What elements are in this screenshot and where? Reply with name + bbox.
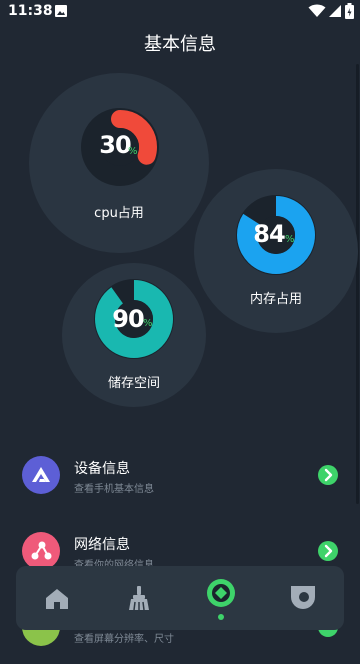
memory-label: 内存占用	[249, 292, 302, 307]
list-item-subtitle: 查看手机基本信息	[74, 484, 154, 495]
page-title: 基本信息	[144, 34, 216, 55]
nav-clean[interactable]	[98, 566, 180, 630]
nav-about[interactable]	[262, 566, 344, 630]
status-bar: 11:38	[0, 0, 360, 24]
chevron-right-icon[interactable]	[318, 465, 338, 485]
triangle-logo-icon	[22, 456, 60, 494]
wifi-icon	[308, 4, 326, 17]
cpu-percent-sign: %	[128, 146, 138, 157]
home-icon	[46, 589, 68, 609]
status-time: 11:38	[8, 3, 53, 19]
list-item-subtitle: 查看屏幕分辨率、尺寸	[74, 634, 174, 645]
device-info-item[interactable]: 设备信息 查看手机基本信息	[0, 456, 360, 512]
nav-home[interactable]	[16, 566, 98, 630]
gallery-notification-icon	[55, 5, 67, 17]
chevron-right-icon[interactable]	[318, 541, 338, 561]
scrollbar[interactable]	[356, 64, 359, 504]
list-item-title: 网络信息	[74, 537, 130, 553]
memory-value: 84	[253, 220, 285, 248]
bottom-nav	[16, 566, 344, 630]
broom-icon	[129, 586, 149, 611]
storage-label: 储存空间	[107, 376, 160, 391]
diamond-icon	[207, 579, 235, 607]
cpu-label: cpu占用	[94, 206, 144, 221]
signal-icon	[329, 5, 341, 17]
drop-icon	[291, 586, 315, 609]
nav-active-indicator	[218, 614, 224, 620]
list-item-title: 设备信息	[74, 461, 130, 477]
memory-percent-sign: %	[285, 234, 295, 245]
network-nodes-icon	[22, 532, 60, 570]
storage-value: 90	[112, 305, 144, 333]
battery-icon	[345, 3, 354, 19]
nav-info[interactable]	[180, 566, 262, 630]
storage-percent-sign: %	[143, 318, 153, 329]
